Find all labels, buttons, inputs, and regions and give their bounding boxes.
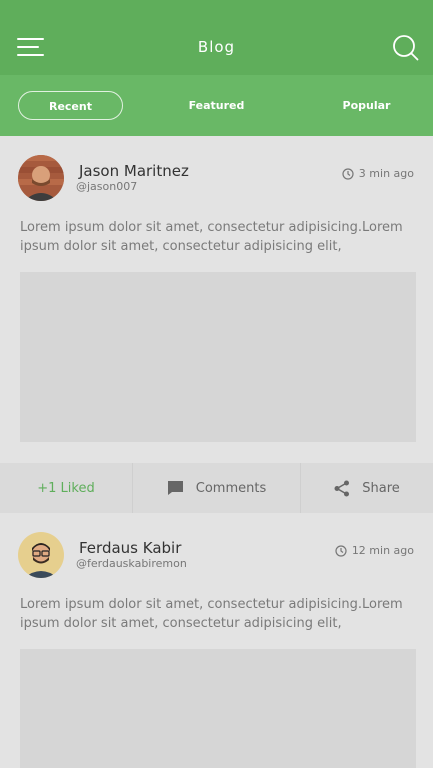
share-label: Share <box>362 480 400 496</box>
post-timestamp: 3 min ago <box>342 167 414 180</box>
clock-icon <box>335 544 347 557</box>
avatar[interactable] <box>18 532 64 578</box>
tab-featured[interactable]: Featured <box>164 91 269 120</box>
comments-button[interactable]: Comments <box>133 463 300 513</box>
tab-bar: Recent Featured Popular <box>0 75 433 136</box>
share-icon <box>334 480 350 496</box>
post-text: Lorem ipsum dolor sit amet, consectetur … <box>20 220 403 254</box>
post-text: Lorem ipsum dolor sit amet, consectetur … <box>20 597 403 631</box>
author-handle: @ferdauskabiremon <box>76 557 187 570</box>
tab-recent[interactable]: Recent <box>18 91 123 120</box>
author-handle: @jason007 <box>76 180 138 193</box>
comments-label: Comments <box>195 480 267 496</box>
tab-popular[interactable]: Popular <box>314 91 419 120</box>
author-name[interactable]: Ferdaus Kabir <box>79 539 181 557</box>
time-label: 12 min ago <box>351 544 414 557</box>
post-card: Ferdaus Kabir @ferdauskabiremon 12 min a… <box>0 513 433 768</box>
top-app-bar: Blog <box>0 0 433 75</box>
author-name[interactable]: Jason Maritnez <box>79 162 189 180</box>
post-card: Jason Maritnez @jason007 3 min ago Lorem… <box>0 136 433 513</box>
like-button[interactable]: +1 Liked <box>0 463 132 513</box>
avatar[interactable] <box>18 155 64 201</box>
share-button[interactable]: Share <box>301 463 433 513</box>
post-image[interactable] <box>20 272 416 442</box>
search-icon[interactable] <box>391 34 419 62</box>
post-actions: +1 Liked Comments Share <box>0 463 433 513</box>
post-image[interactable] <box>20 649 416 768</box>
comment-icon <box>167 481 183 495</box>
page-title: Blog <box>197 38 236 56</box>
like-label: +1 Liked <box>37 480 95 496</box>
time-label: 3 min ago <box>358 167 414 180</box>
post-timestamp: 12 min ago <box>335 544 414 557</box>
clock-icon <box>342 167 354 180</box>
